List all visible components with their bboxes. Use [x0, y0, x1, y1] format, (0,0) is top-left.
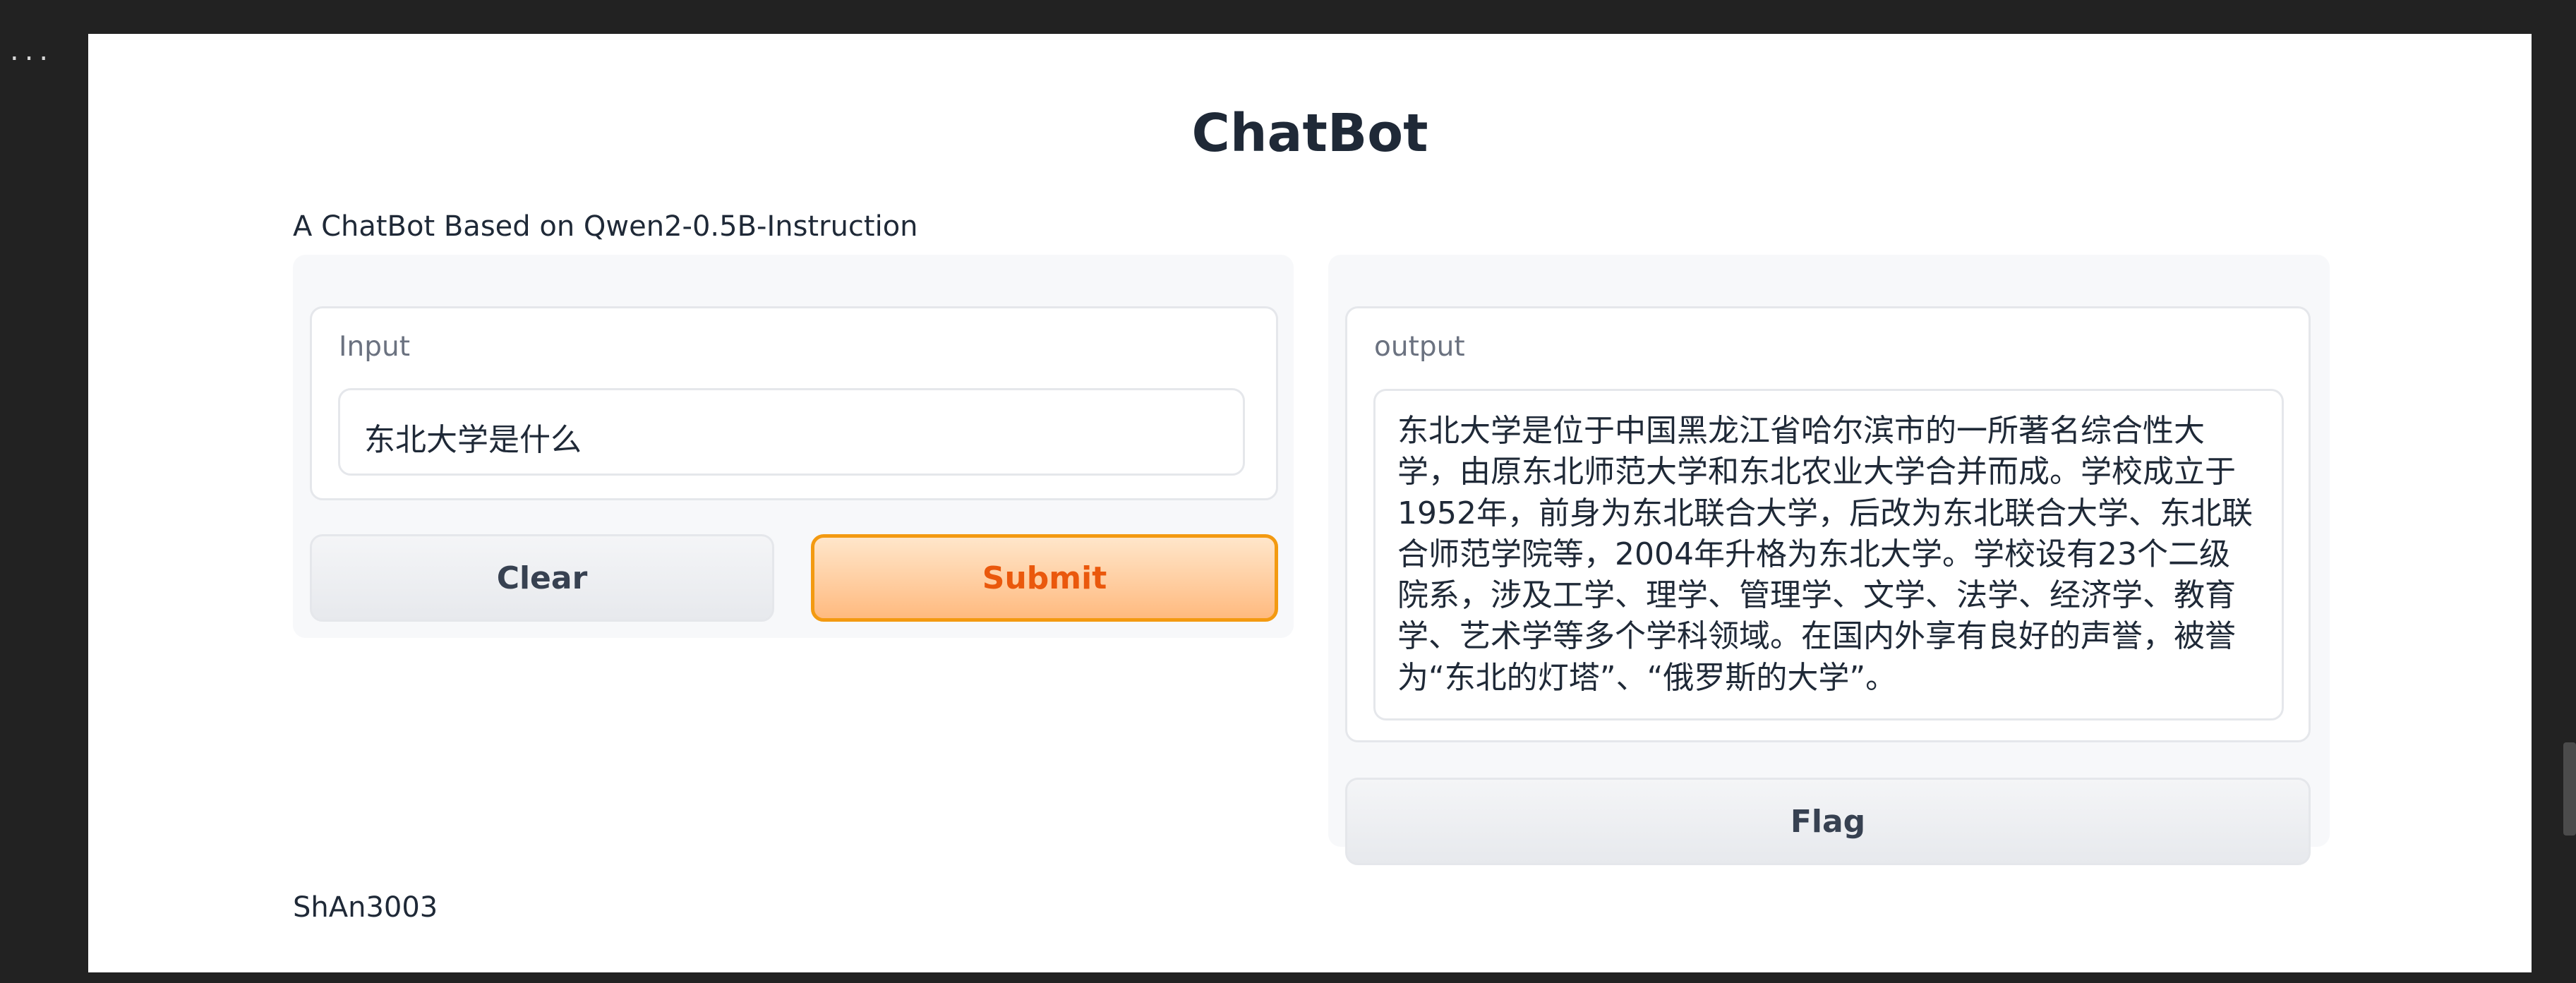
flag-button[interactable]: Flag — [1345, 778, 2311, 865]
clear-button[interactable]: Clear — [310, 534, 774, 622]
submit-button[interactable]: Submit — [811, 534, 1278, 622]
input-card: Input 东北大学是什么 — [310, 306, 1278, 500]
scrollbar-thumb[interactable] — [2563, 742, 2576, 836]
output-textbox[interactable]: 东北大学是位于中国黑龙江省哈尔滨市的一所著名综合性大学，由原东北师范大学和东北农… — [1373, 389, 2284, 720]
input-panel: Input 东北大学是什么 Clear Submit — [293, 255, 1294, 638]
output-panel: output 东北大学是位于中国黑龙江省哈尔滨市的一所著名综合性大学，由原东北师… — [1328, 255, 2330, 865]
output-card: output 东北大学是位于中国黑龙江省哈尔滨市的一所著名综合性大学，由原东北师… — [1345, 306, 2311, 742]
app-page: ChatBot A ChatBot Based on Qwen2-0.5B-In… — [88, 34, 2532, 972]
output-label: output — [1374, 331, 1465, 363]
input-textbox[interactable]: 东北大学是什么 — [338, 388, 1245, 476]
input-label: Input — [339, 331, 410, 363]
input-text: 东北大学是什么 — [364, 422, 582, 458]
more-options-icon[interactable]: ... — [10, 37, 54, 65]
page-description: A ChatBot Based on Qwen2-0.5B-Instructio… — [293, 210, 918, 243]
page-title: ChatBot — [1191, 103, 1428, 164]
footer-text: ShAn3003 — [293, 891, 438, 924]
